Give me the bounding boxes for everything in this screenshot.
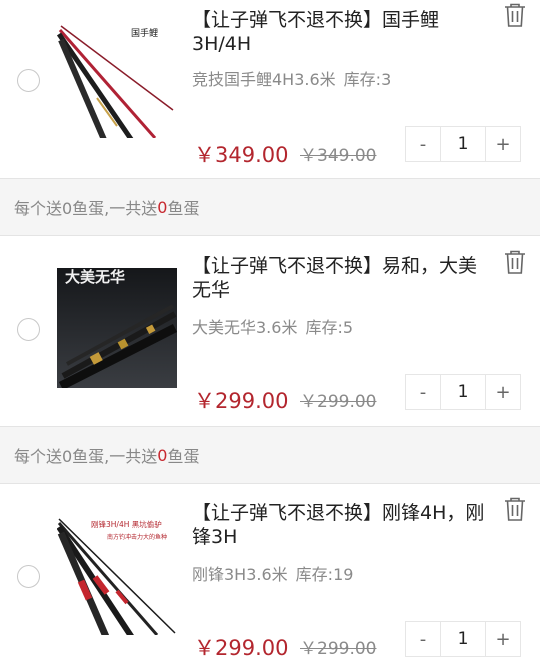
image-caption: 刚锋3H/4H 黑坑偷驴 — [91, 519, 162, 529]
product-title[interactable]: 【让子弹飞不退不换】易和，大美无华 — [192, 254, 492, 302]
price: ￥349.00 — [194, 143, 289, 167]
select-radio[interactable] — [17, 69, 40, 92]
promo-count: 0 — [157, 197, 168, 217]
product-spec: 竞技国手鲤4H3.6米 库存:3 — [192, 66, 391, 90]
spec-text: 大美无华3.6米 — [192, 318, 298, 337]
increase-button[interactable]: + — [485, 126, 521, 162]
original-price: ￥349.00 — [300, 146, 377, 166]
quantity-input[interactable]: 1 — [441, 374, 485, 410]
fishing-rod-image: 大美无华 — [57, 268, 177, 388]
increase-button[interactable]: + — [485, 374, 521, 410]
promo-bar: 每个送0鱼蛋,一共送 0 鱼蛋 — [0, 179, 540, 235]
fishing-rod-image: 刚锋3H/4H 黑坑偷驴 南方钓冲击力大的鱼种 — [57, 515, 177, 635]
quantity-stepper: - 1 + — [405, 621, 525, 657]
product-image[interactable]: 刚锋3H/4H 黑坑偷驴 南方钓冲击力大的鱼种 — [57, 515, 177, 635]
fishing-rod-image: 国手鲤 — [57, 18, 177, 138]
original-price: ￥299.00 — [300, 392, 377, 412]
promo-bar: 每个送0鱼蛋,一共送 0 鱼蛋 — [0, 427, 540, 483]
promo-text: 每个送0鱼蛋,一共送 — [14, 447, 158, 466]
increase-button[interactable]: + — [485, 621, 521, 657]
stock-text: 库存:3 — [343, 70, 392, 89]
image-subcaption: 南方钓冲击力大的鱼种 — [107, 533, 167, 541]
spec-text: 刚锋3H3.6米 — [192, 565, 288, 584]
price: ￥299.00 — [194, 636, 289, 660]
decrease-button[interactable]: - — [405, 621, 441, 657]
trash-icon[interactable] — [503, 2, 527, 28]
image-caption: 国手鲤 — [131, 27, 158, 39]
price: ￥299.00 — [194, 389, 289, 413]
trash-icon[interactable] — [503, 496, 527, 522]
product-spec: 大美无华3.6米 库存:5 — [192, 314, 353, 338]
cart-item: 国手鲤 【让子弹飞不退不换】国手鲤3H/4H 竞技国手鲤4H3.6米 库存:3 ￥… — [0, 0, 540, 178]
quantity-stepper: - 1 + — [405, 374, 525, 410]
decrease-button[interactable]: - — [405, 374, 441, 410]
image-caption: 大美无华 — [65, 268, 125, 286]
spec-text: 竞技国手鲤4H3.6米 — [192, 70, 336, 89]
select-radio[interactable] — [17, 318, 40, 341]
select-radio[interactable] — [17, 565, 40, 588]
quantity-input[interactable]: 1 — [441, 621, 485, 657]
promo-count: 0 — [157, 445, 168, 465]
product-title[interactable]: 【让子弹飞不退不换】国手鲤3H/4H — [192, 8, 492, 56]
cart-item: 大美无华 【让子弹飞不退不换】易和，大美无华 大美无华3.6米 库存:5 ￥299… — [0, 236, 540, 426]
quantity-input[interactable]: 1 — [441, 126, 485, 162]
product-image[interactable]: 大美无华 — [57, 268, 177, 388]
decrease-button[interactable]: - — [405, 126, 441, 162]
product-spec: 刚锋3H3.6米 库存:19 — [192, 561, 353, 585]
promo-unit: 鱼蛋 — [167, 447, 200, 466]
stock-text: 库存:5 — [305, 318, 354, 337]
original-price: ￥299.00 — [300, 639, 377, 659]
cart-item: 刚锋3H/4H 黑坑偷驴 南方钓冲击力大的鱼种 【让子弹飞不退不换】刚锋4H，刚… — [0, 484, 540, 668]
trash-icon[interactable] — [503, 249, 527, 275]
promo-unit: 鱼蛋 — [167, 199, 200, 218]
promo-text: 每个送0鱼蛋,一共送 — [14, 199, 158, 218]
product-image[interactable]: 国手鲤 — [57, 18, 177, 138]
quantity-stepper: - 1 + — [405, 126, 525, 162]
stock-text: 库存:19 — [295, 565, 354, 584]
product-title[interactable]: 【让子弹飞不退不换】刚锋4H，刚锋3H — [192, 501, 492, 549]
